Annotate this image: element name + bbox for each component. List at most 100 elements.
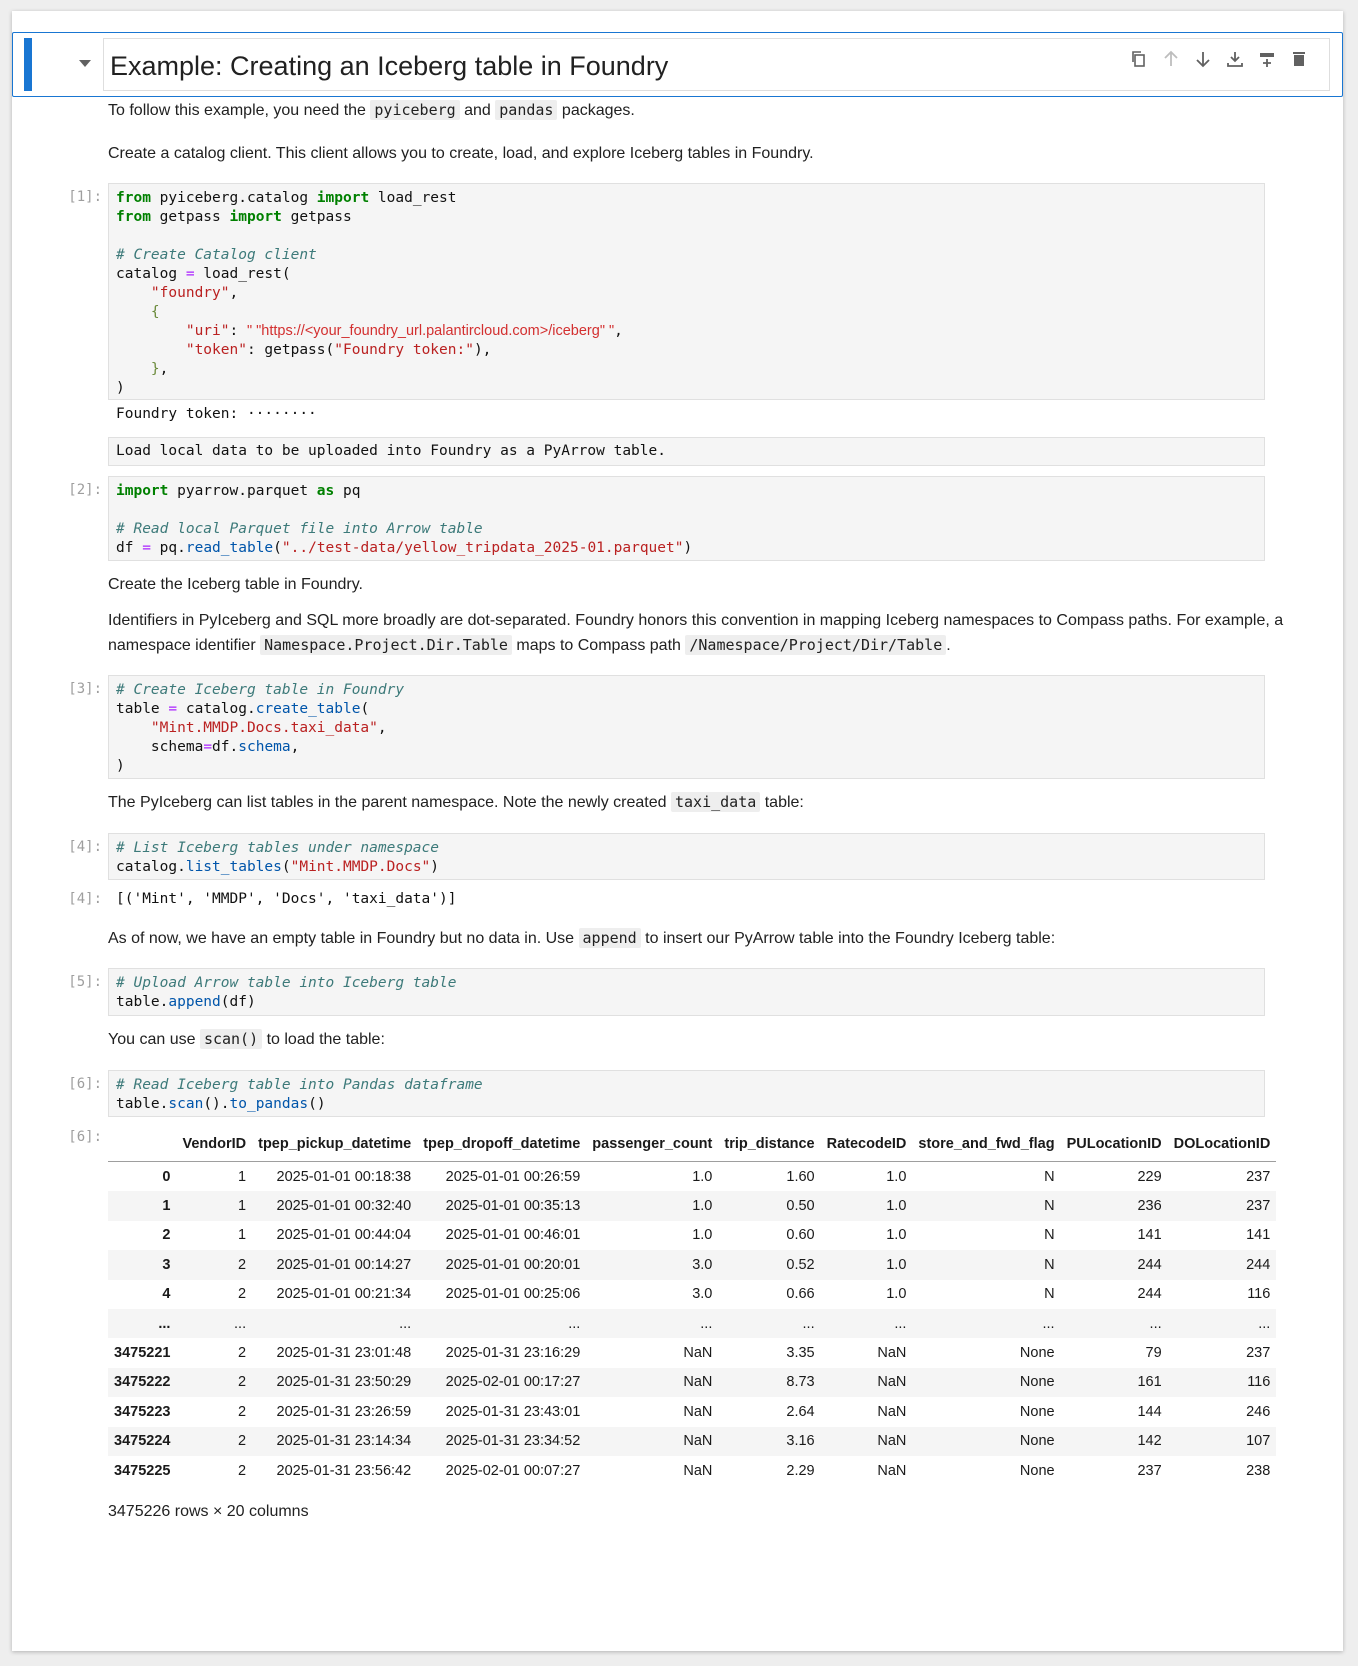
table-cell: 244: [1246, 1256, 1271, 1273]
table-cell: N: [1044, 1227, 1055, 1244]
table-cell: None: [1019, 1345, 1055, 1362]
table-cell: 238: [1246, 1462, 1271, 1479]
table-cell: 2025-01-31 23:50:29: [276, 1374, 412, 1391]
delete-icon[interactable]: [1289, 49, 1309, 69]
heading-cell[interactable]: Example: Creating an Iceberg table in Fo…: [12, 32, 1343, 97]
table-cell: 1.0: [692, 1198, 713, 1215]
table-cell: 2025-02-01 00:07:27: [445, 1462, 581, 1479]
table-cell: NaN: [683, 1462, 713, 1479]
column-header: PULocationID: [1060, 1127, 1168, 1162]
table-cell: 1.0: [886, 1286, 907, 1303]
markdown-identifiers: Identifiers in PyIceberg and SQL more br…: [108, 609, 1288, 658]
table-cell: 3.0: [692, 1286, 713, 1303]
code-cell-5[interactable]: # Upload Arrow table into Iceberg table t…: [108, 968, 1265, 1016]
table-cell: N: [1044, 1198, 1055, 1215]
code-cell-4[interactable]: # List Iceberg tables under namespace cat…: [108, 833, 1265, 880]
table-cell: ...: [1149, 1315, 1162, 1332]
code-comment: # List Iceberg tables under namespace: [116, 840, 440, 856]
table-cell: 2025-01-01 00:26:59: [445, 1168, 581, 1185]
raw-cell[interactable]: Load local data to be uploaded into Foun…: [108, 437, 1265, 466]
input-prompt: [6]:: [68, 1076, 102, 1092]
table-cell: 2025-01-31 23:26:59: [276, 1403, 412, 1420]
table-cell: NaN: [683, 1374, 713, 1391]
table-row: 3475224 2 2025-01-31 23:14:34 2025-01-31 23…: [108, 1426, 1277, 1456]
inline-code: pyiceberg: [370, 100, 460, 120]
code-comment: # Create Catalog client: [116, 247, 317, 263]
table-cell: None: [1019, 1433, 1055, 1450]
input-prompt: [1]:: [68, 189, 102, 205]
table-cell: 3.35: [786, 1345, 815, 1362]
inline-code: /Namespace/Project/Dir/Table: [685, 635, 947, 655]
table-cell: 2.29: [786, 1462, 815, 1479]
copy-icon[interactable]: [1129, 49, 1149, 69]
md-text: table:: [764, 794, 804, 811]
move-down-icon[interactable]: [1193, 49, 1213, 69]
insert-above-icon[interactable]: [1257, 49, 1277, 69]
table-row: ..............................: [108, 1308, 1277, 1339]
code-string: "Mint.MMDP.Docs.taxi_data": [150, 720, 378, 736]
row-index: ...: [158, 1315, 171, 1332]
dataframe-footer: 3475226 rows × 20 columns: [108, 1503, 309, 1520]
table-cell: N: [1044, 1256, 1055, 1273]
table-cell: NaN: [877, 1345, 907, 1362]
column-header: DOLocationID: [1167, 1127, 1277, 1162]
md-text: maps to Compass path: [516, 637, 681, 654]
code-cell-2[interactable]: import pyarrow.parquet as pq # Read local…: [108, 476, 1265, 561]
markdown-list-tables: The PyIceberg can list tables in the par…: [108, 790, 1288, 815]
table-cell: 2: [238, 1345, 247, 1362]
table-cell: 0.60: [786, 1227, 815, 1244]
table-cell: ...: [1258, 1315, 1271, 1332]
table-cell: 2025-01-01 00:18:38: [276, 1168, 412, 1185]
table-cell: 2025-01-31 23:14:34: [276, 1433, 412, 1450]
table-cell: N: [1044, 1286, 1055, 1303]
table-cell: 1: [238, 1168, 247, 1185]
table-cell: ...: [700, 1315, 713, 1332]
inline-code: taxi_data: [671, 792, 761, 812]
table-cell: NaN: [877, 1374, 907, 1391]
list-tables-output: [('Mint', 'MMDP', 'Docs', 'taxi_data')]: [116, 891, 457, 907]
insert-below-icon[interactable]: [1225, 49, 1245, 69]
markdown-catalog: Create a catalog client. This client all…: [108, 145, 814, 162]
md-text: to load the table:: [266, 1031, 385, 1048]
code-cell-6[interactable]: # Read Iceberg table into Pandas datafra…: [108, 1070, 1265, 1117]
table-cell: NaN: [877, 1403, 907, 1420]
code-comment: # Create Iceberg table in Foundry: [116, 682, 405, 698]
md-text: and: [464, 102, 491, 119]
column-header: VendorID: [176, 1127, 253, 1162]
table-cell: 0.66: [786, 1286, 815, 1303]
md-text: Identifiers in PyIceberg and SQL more br…: [108, 612, 1284, 629]
input-prompt: [3]:: [68, 681, 102, 697]
table-cell: 2: [238, 1462, 247, 1479]
table-cell: 141: [1246, 1227, 1271, 1244]
table-cell: 0.52: [786, 1256, 815, 1273]
table-cell: 1: [238, 1227, 247, 1244]
row-index: 2: [162, 1227, 171, 1244]
inline-code: Namespace.Project.Dir.Table: [260, 635, 512, 655]
table-cell: NaN: [683, 1403, 713, 1420]
table-cell: 2025-01-01 00:21:34: [276, 1286, 412, 1303]
table-cell: 2025-01-01 00:25:06: [445, 1286, 581, 1303]
cell-collapser[interactable]: [24, 38, 32, 91]
inline-code: append: [578, 928, 641, 948]
code-cell-3[interactable]: # Create Iceberg table in Foundry table =…: [108, 675, 1265, 779]
table-cell: 3.0: [692, 1256, 713, 1273]
code-comment: # Read Iceberg table into Pandas datafra…: [116, 1077, 483, 1093]
heading-editor[interactable]: Example: Creating an Iceberg table in Fo…: [103, 38, 1330, 91]
collapse-arrow-icon[interactable]: [79, 60, 91, 67]
page-title: Example: Creating an Iceberg table in Fo…: [110, 51, 669, 81]
input-prompt: [4]:: [68, 839, 102, 855]
md-text: The PyIceberg can list tables in the par…: [108, 794, 667, 811]
table-cell: ...: [1042, 1315, 1055, 1332]
cell-toolbar: [1129, 49, 1309, 69]
inline-code: scan(): [199, 1029, 263, 1049]
code-cell-1[interactable]: from pyiceberg.catalog import load_rest f…: [108, 183, 1265, 400]
table-cell: 116: [1247, 1286, 1271, 1303]
move-up-icon[interactable]: [1161, 49, 1181, 69]
table-cell: None: [1019, 1374, 1055, 1391]
column-header: trip_distance: [718, 1127, 821, 1162]
code-string: "Mint.MMDP.Docs": [290, 859, 431, 875]
md-text: packages.: [561, 102, 635, 119]
table-cell: 1.0: [886, 1168, 907, 1185]
code-comment: # Read local Parquet file into Arrow tab…: [116, 521, 483, 537]
markdown-scan: You can use scan() to load the table:: [108, 1027, 1288, 1052]
